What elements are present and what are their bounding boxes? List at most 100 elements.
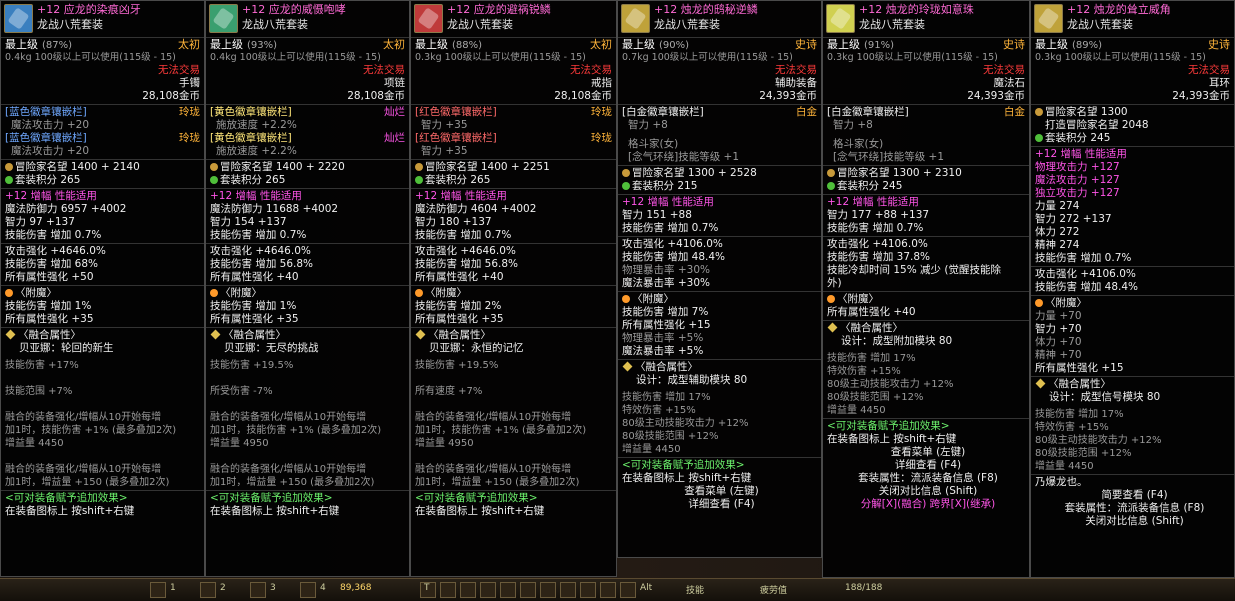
fusion-stat: 技能伤害 增加 17% [827,353,916,364]
item-trade: 无法交易 [775,64,817,76]
emblem-stat: 智力 +35 [421,145,468,157]
footer-hint: 分解[X](融合) 跨界[X](继承) [860,498,996,510]
item-rarity: 史诗 [795,38,817,51]
emblem-slot-title: [红色徽章镶嵌栏] [415,132,497,144]
item-price-row: 28,108金币 [206,90,409,103]
fusion-stat: 融合的装备强化/增幅从10开始每增 [210,412,367,423]
emblem-grade: 玲珑 [591,106,612,118]
attack-stat: 技能冷却时间 15% 减少 (觉醒技能除 [827,264,1001,276]
item-trade-row: 无法交易 [1,64,204,77]
item-icon[interactable] [621,4,650,33]
divider [1031,146,1234,147]
hotbar-slot[interactable] [600,582,616,598]
fusion-stat: 融合的装备强化/增幅从10开始每增 [5,412,162,423]
base-stat: 技能伤害 增加 0.7% [5,229,102,241]
fame-icon [210,163,218,171]
enchant-stat: 力量 +70 [1035,310,1082,322]
diamond-icon [827,322,838,333]
attack-stat: 技能伤害 增加 68% [5,258,99,270]
enchant-title: 〈附魔〉 [1045,297,1087,309]
fusion-header: 〈融合属性〉 [206,329,409,342]
item-price-row: 24,393金币 [618,90,821,103]
attack-stat: 所有属性强化 +40 [415,271,504,283]
fusion-stat: 所有速度 +7% [415,386,483,397]
emblem-slot: [红色徽章镶嵌栏] 玲珑 [411,106,616,119]
amplify-line: +12 增幅 性能适用 [210,190,302,202]
emblem-slot: [黄色徽章镶嵌栏] 灿烂 [206,106,409,119]
item-icon[interactable] [826,4,855,33]
divider [1031,376,1234,377]
divider [206,490,409,491]
item-icon[interactable] [4,4,33,33]
item-slot-row: 辅助装备 [618,77,821,90]
fusion-stat: 技能范围 +7% [5,386,73,397]
item-set-name: 龙战八荒套装 [859,18,925,31]
hotbar-slot[interactable] [250,582,266,598]
hotbar-key-alt: Alt [640,583,653,593]
item-weight-line: 0.3kg 100级以上可以使用(115级 - 15) [1035,52,1206,63]
hotbar-slot[interactable] [150,582,166,598]
set-points-icon [827,182,835,190]
item-slot-type: 辅助装备 [775,77,817,89]
fusion-stat: 增益量 4950 [415,438,474,449]
hotbar-slot[interactable] [460,582,476,598]
emblem-grade: 白金 [1004,106,1025,118]
enchant-icon [827,295,835,303]
hotbar-slot[interactable] [300,582,316,598]
item-icon[interactable] [414,4,443,33]
divider [618,104,821,105]
item-level-row: 最上级 (90%) 史诗 [618,38,821,51]
hotbar-slot[interactable] [440,582,456,598]
emblem-slot: [红色徽章镶嵌栏] 玲珑 [411,132,616,145]
item-price: 24,393金币 [967,90,1025,102]
divider [618,291,821,292]
divider [1,243,204,244]
fusion-stat: 增益量 4950 [210,438,269,449]
emblem-grade: 灿烂 [384,106,405,118]
base-stat: 魔法防御力 6957 +4002 [5,203,127,215]
item-trade: 无法交易 [158,64,200,76]
amplify-line: +12 增幅 性能适用 [5,190,97,202]
enchant-stat: 所有属性强化 +35 [210,313,299,325]
emblem-stat: 智力 +8 [628,119,668,131]
item-icon[interactable] [1034,4,1063,33]
attack-stat: 攻击强化 +4646.0% [5,245,106,257]
fusion-stat: 80级技能范围 +12% [827,392,924,403]
hotbar-slot[interactable] [560,582,576,598]
hotbar-slot[interactable] [480,582,496,598]
item-slot-type: 项链 [384,77,405,89]
footer-hint: 详细查看 (F4) [688,498,755,510]
emblem-grade: 玲珑 [179,132,200,144]
item-name: +12 应龙的避祸锐鳞 [447,3,551,16]
fusion-header: 〈融合属性〉 [1,329,204,342]
footer-hint: <可对装备赋予追加效果> [415,492,538,504]
hotbar-slot[interactable] [200,582,216,598]
item-trade: 无法交易 [363,64,405,76]
item-weight-line: 0.3kg 100级以上可以使用(115级 - 15) [415,52,586,63]
divider [411,243,616,244]
footer-hint: 查看菜单 (左键) [890,446,966,458]
fusion-stat: 特效伤害 +15% [622,405,696,416]
item-set-name: 龙战八荒套装 [447,18,513,31]
base-stat: 智力 177 +88 +137 [827,209,930,221]
tooltip-header: +12 应龙的威慑咆哮 龙战八荒套装 [206,1,409,38]
hotbar-slot[interactable] [540,582,556,598]
item-rarity: 太初 [590,38,612,51]
hotbar-slot[interactable] [580,582,596,598]
crafted-fame-value: 打造冒险家名望 2048 [1045,119,1149,131]
divider [823,165,1029,166]
set-points-row: 套装积分 265 [206,174,409,187]
divider [823,291,1029,292]
base-stat: 智力 180 +137 [415,216,492,228]
enchant-title: 〈附魔〉 [837,293,879,305]
fusion-stat [1,372,204,385]
divider [618,194,821,195]
item-icon[interactable] [209,4,238,33]
item-level-row: 最上级 (89%) 史诗 [1031,38,1234,51]
diamond-icon [622,361,633,372]
hotbar-slot[interactable] [620,582,636,598]
footer-hint: <可对装备赋予追加效果> [210,492,333,504]
hotbar-slot[interactable] [520,582,536,598]
hotbar-slot[interactable] [500,582,516,598]
fusion-stat [1,450,204,463]
